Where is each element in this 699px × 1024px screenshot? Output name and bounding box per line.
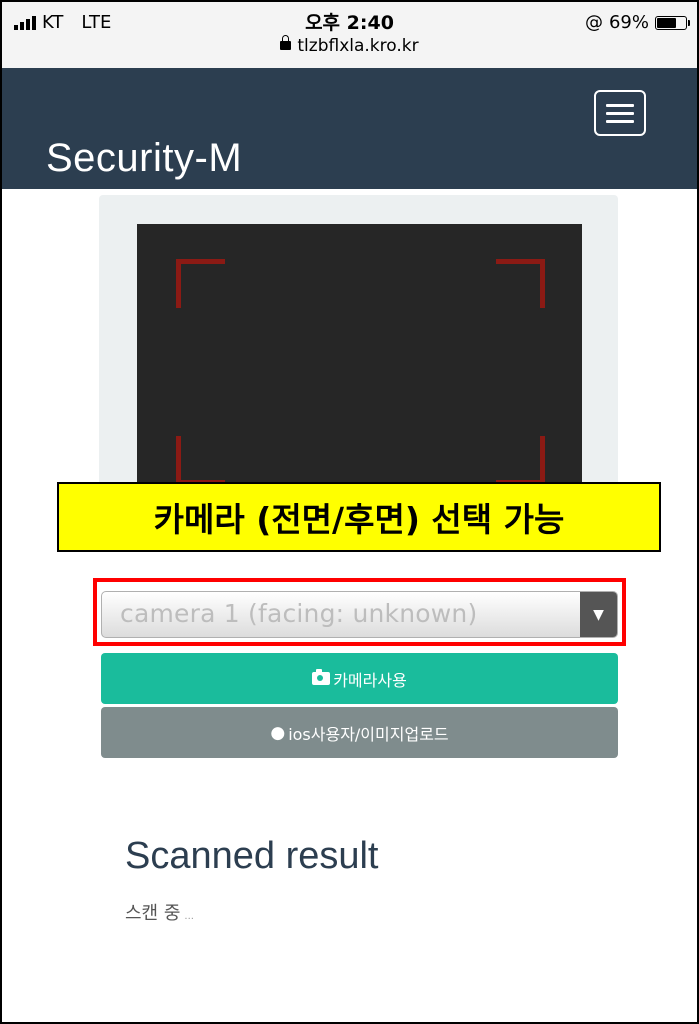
scanned-result-heading: Scanned result — [125, 835, 379, 877]
scan-status: 스캔 중... — [125, 899, 194, 925]
hamburger-icon — [606, 103, 634, 107]
chevron-down-icon: ▼ — [580, 592, 617, 637]
brand-title[interactable]: Security-M — [46, 136, 242, 181]
qr-scanner — [99, 195, 618, 495]
annotation-label: 카메라 (전면/후면) 선택 가능 — [57, 482, 661, 552]
scan-corner-top-right — [496, 259, 545, 308]
navbar: Security-M — [2, 68, 697, 189]
scan-corner-top-left — [176, 259, 225, 308]
status-bar: KT LTE 오후 2:40 tlzbflxla.kro.kr @ 69% — [2, 2, 697, 68]
apple-icon: ● — [270, 722, 286, 743]
battery-fill — [657, 17, 677, 28]
scan-status-text: 스캔 중 — [125, 903, 181, 924]
address-bar[interactable]: tlzbflxla.kro.kr — [2, 35, 697, 56]
use-camera-button[interactable]: 카메라사용 — [101, 653, 618, 704]
camera-icon — [312, 669, 331, 685]
battery-info: @ 69% — [584, 12, 690, 33]
battery-icon — [655, 15, 690, 30]
scan-corner-bottom-left — [176, 436, 225, 485]
camera-preview — [137, 224, 582, 495]
ios-upload-label: ios사용자/이미지업로드 — [288, 724, 449, 744]
alarm-icon: @ — [584, 12, 603, 33]
use-camera-label: 카메라사용 — [333, 670, 407, 690]
scan-corner-bottom-right — [496, 436, 545, 485]
camera-select[interactable]: camera 1 (facing: unknown) ▼ — [101, 591, 618, 638]
ios-image-upload-button[interactable]: ● ios사용자/이미지업로드 — [101, 707, 618, 758]
scan-status-dots: ... — [184, 911, 194, 922]
hamburger-menu-button[interactable] — [594, 90, 646, 136]
lock-icon — [280, 35, 292, 50]
battery-percent: 69% — [608, 12, 649, 33]
url-text: tlzbflxla.kro.kr — [297, 36, 419, 56]
camera-select-value: camera 1 (facing: unknown) — [120, 599, 478, 628]
phone-screen: KT LTE 오후 2:40 tlzbflxla.kro.kr @ 69% Se… — [0, 0, 699, 1024]
